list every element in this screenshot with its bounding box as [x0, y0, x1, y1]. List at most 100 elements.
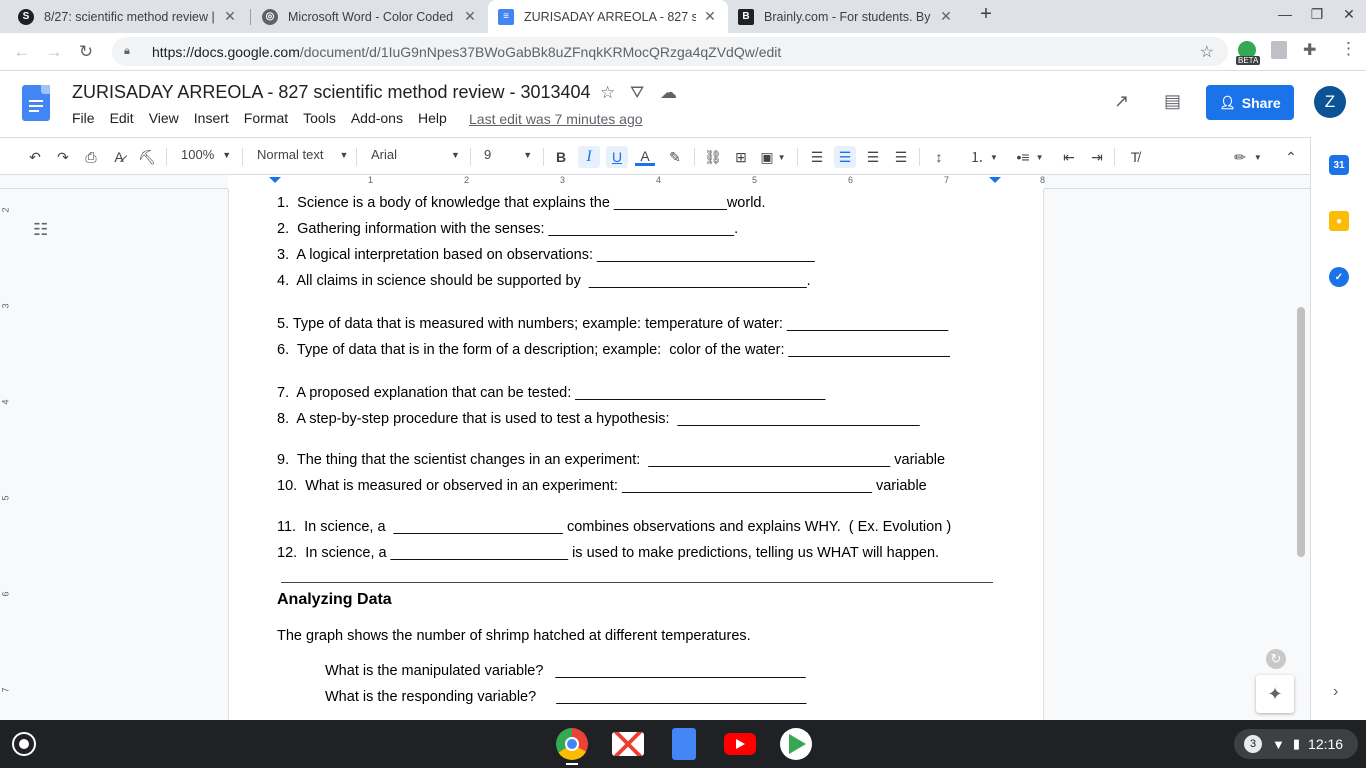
launcher-icon[interactable]: [12, 732, 36, 756]
document-page[interactable]: 1. Science is a body of knowledge that e…: [228, 189, 1044, 720]
close-tab-icon[interactable]: ✕: [938, 8, 954, 25]
undo-icon[interactable]: ↶: [25, 146, 45, 168]
close-tab-icon[interactable]: ✕: [462, 8, 478, 25]
align-center-icon[interactable]: ☰: [834, 146, 856, 168]
calendar-icon[interactable]: 31: [1329, 155, 1349, 175]
menu-help[interactable]: Help: [418, 110, 447, 126]
share-button[interactable]: 👤︎ Share: [1206, 85, 1294, 120]
print-icon[interactable]: ⎙: [81, 146, 101, 168]
tab-word-doc[interactable]: ◎ Microsoft Word - Color Coded Rh ✕: [252, 0, 488, 33]
address-bar[interactable]: 🔒︎ https://docs.google.com/document/d/1I…: [112, 37, 1228, 66]
question-line[interactable]: 7. A proposed explanation that can be te…: [277, 385, 825, 401]
bold-icon[interactable]: B: [550, 146, 572, 168]
menu-format[interactable]: Format: [244, 110, 288, 126]
last-edit-link[interactable]: Last edit was 7 minutes ago: [469, 111, 643, 127]
document-title[interactable]: ZURISADAY ARREOLA - 827 scientific metho…: [72, 82, 591, 103]
restore-icon[interactable]: ❐: [1307, 6, 1327, 23]
close-tab-icon[interactable]: ✕: [222, 8, 238, 25]
menu-addons[interactable]: Add-ons: [351, 110, 403, 126]
style-select[interactable]: Normal text ▼: [257, 147, 348, 162]
document-outline-icon[interactable]: ☷: [33, 220, 48, 240]
youtube-app-icon[interactable]: [724, 733, 756, 755]
analysis-question[interactable]: What is the manipulated variable? ______…: [325, 663, 806, 679]
italic-icon[interactable]: I: [578, 146, 600, 168]
spellcheck-icon[interactable]: A̷: [109, 146, 129, 168]
add-comment-icon[interactable]: ⊞: [730, 146, 752, 168]
chevron-right-icon[interactable]: ›: [1333, 683, 1338, 701]
gmail-app-icon[interactable]: [612, 732, 644, 756]
tab-google-doc-active[interactable]: ≡ ZURISADAY ARREOLA - 827 scien ✕: [488, 0, 728, 33]
numbered-list-icon[interactable]: ⒈ ▼: [966, 146, 1002, 168]
decrease-indent-icon[interactable]: ⇤: [1058, 146, 1080, 168]
align-left-icon[interactable]: ☰: [806, 146, 828, 168]
question-line[interactable]: 1. Science is a body of knowledge that e…: [277, 195, 766, 211]
menu-edit[interactable]: Edit: [110, 110, 134, 126]
insert-image-icon[interactable]: ▣ ▼: [758, 146, 788, 168]
editing-mode-icon[interactable]: ✏︎ ▼: [1230, 146, 1266, 168]
question-line[interactable]: 5. Type of data that is measured with nu…: [277, 316, 948, 332]
question-line[interactable]: 9. The thing that the scientist changes …: [277, 452, 945, 468]
font-size-select[interactable]: 9 ▼: [484, 147, 532, 162]
bookmark-star-icon[interactable]: ☆: [1200, 42, 1214, 62]
menu-tools[interactable]: Tools: [303, 110, 336, 126]
avatar[interactable]: Z: [1314, 86, 1346, 118]
new-tab-button[interactable]: +: [976, 3, 996, 26]
zoom-select[interactable]: 100% ▼: [181, 147, 231, 162]
close-window-icon[interactable]: ✕: [1339, 6, 1359, 23]
grammarly-refresh-icon[interactable]: ↻: [1266, 649, 1286, 669]
close-tab-icon[interactable]: ✕: [702, 8, 718, 25]
vertical-scrollbar[interactable]: [1297, 307, 1305, 557]
docs-app-icon[interactable]: [672, 728, 696, 760]
paragraph[interactable]: The graph shows the number of shrimp hat…: [277, 628, 751, 644]
redo-icon[interactable]: ↷: [53, 146, 73, 168]
align-right-icon[interactable]: ☰: [862, 146, 884, 168]
star-icon[interactable]: ☆: [600, 83, 615, 103]
menu-file[interactable]: File: [72, 110, 95, 126]
paint-format-icon[interactable]: ⛏: [137, 146, 157, 168]
clear-formatting-icon[interactable]: T̸: [1124, 146, 1146, 168]
activity-trend-icon[interactable]: ↗: [1114, 91, 1129, 112]
text-color-icon[interactable]: A: [634, 146, 656, 168]
play-store-app-icon[interactable]: [780, 728, 812, 760]
question-line[interactable]: 3. A logical interpretation based on obs…: [277, 247, 815, 263]
underline-icon[interactable]: U: [606, 146, 628, 168]
insert-link-icon[interactable]: ⛓︎: [702, 146, 724, 168]
justify-icon[interactable]: ☰: [890, 146, 912, 168]
tasks-icon[interactable]: ✓: [1329, 267, 1349, 287]
bulleted-list-icon[interactable]: •≡ ▼: [1012, 146, 1048, 168]
cloud-saved-icon[interactable]: ☁︎: [660, 83, 677, 103]
menu-view[interactable]: View: [149, 110, 179, 126]
comments-icon[interactable]: ▤: [1164, 91, 1181, 112]
move-to-drive-icon[interactable]: ⛛: [630, 83, 644, 103]
section-heading[interactable]: Analyzing Data: [277, 591, 392, 609]
analysis-question[interactable]: What is the responding variable? _______…: [325, 689, 806, 705]
reload-icon[interactable]: ↻: [75, 41, 97, 63]
tab-socrative[interactable]: S 8/27: scientific method review | S ✕: [8, 0, 248, 33]
line-spacing-icon[interactable]: ↕: [928, 146, 950, 168]
question-line[interactable]: 2. Gathering information with the senses…: [277, 221, 738, 237]
question-line[interactable]: 11. In science, a _____________________ …: [277, 519, 951, 535]
keep-icon[interactable]: ●: [1329, 211, 1349, 231]
explore-icon[interactable]: ✦: [1256, 675, 1294, 713]
question-line[interactable]: 4. All claims in science should be suppo…: [277, 273, 811, 289]
question-line[interactable]: 8. A step-by-step procedure that is used…: [277, 411, 920, 427]
tab-brainly[interactable]: B Brainly.com - For students. By st ✕: [728, 0, 964, 33]
minimize-icon[interactable]: —: [1275, 6, 1295, 22]
question-line[interactable]: 6. Type of data that is in the form of a…: [277, 342, 950, 358]
menu-insert[interactable]: Insert: [194, 110, 229, 126]
status-tray[interactable]: 3 ▼ ▮ 12:16: [1234, 729, 1358, 759]
question-line[interactable]: 10. What is measured or observed in an e…: [277, 478, 927, 494]
extension-icon[interactable]: [1271, 41, 1287, 59]
back-arrow-icon[interactable]: ←: [11, 41, 33, 63]
vruler-number: 4: [0, 399, 11, 405]
font-select[interactable]: Arial ▼: [371, 147, 460, 162]
forward-arrow-icon[interactable]: →: [43, 41, 65, 63]
docs-logo-icon[interactable]: [22, 85, 50, 121]
kebab-menu-icon[interactable]: ⋮: [1340, 39, 1357, 59]
puzzle-extensions-icon[interactable]: ✚: [1303, 40, 1316, 60]
chevron-up-icon[interactable]: ⌃: [1280, 146, 1302, 168]
increase-indent-icon[interactable]: ⇥: [1086, 146, 1108, 168]
question-line[interactable]: 12. In science, a ______________________…: [277, 545, 939, 561]
chrome-app-icon[interactable]: [556, 728, 588, 760]
highlight-color-icon[interactable]: ✎: [664, 146, 686, 168]
